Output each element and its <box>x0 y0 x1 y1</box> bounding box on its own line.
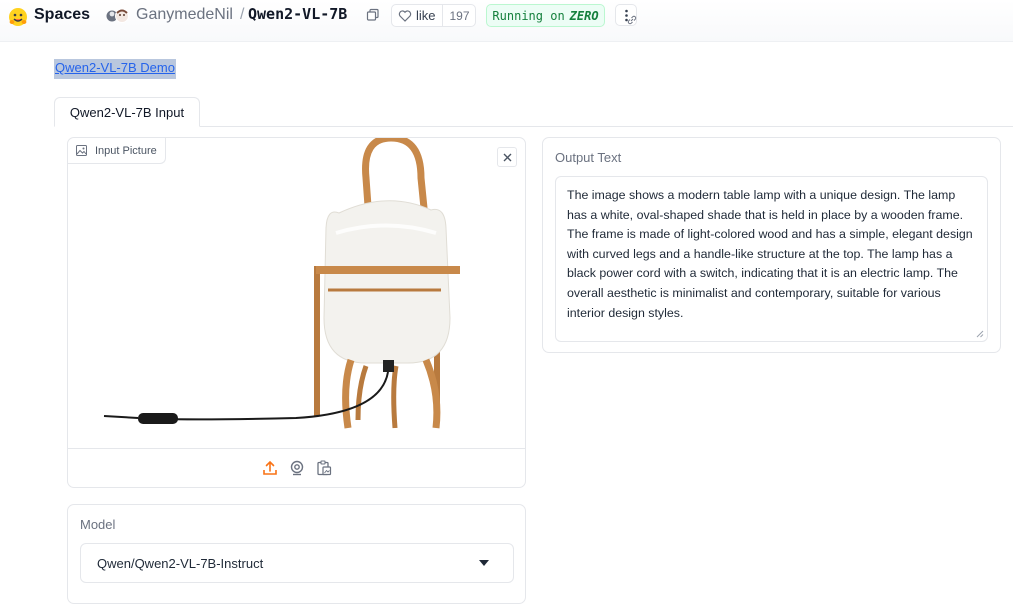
resize-handle-icon[interactable] <box>976 330 984 338</box>
close-icon <box>503 153 511 161</box>
owner-avatars-icon <box>106 9 129 23</box>
owner-link[interactable]: GanymedeNil <box>136 6 233 24</box>
like-count[interactable]: 197 <box>442 5 476 26</box>
output-panel: Output Text The image shows a modern tab… <box>542 137 1001 353</box>
output-textarea[interactable]: The image shows a modern table lamp with… <box>555 176 988 342</box>
repo-name[interactable]: Qwen2-VL-7B <box>248 5 347 23</box>
image-input-label: Input Picture <box>68 138 166 164</box>
status-badge[interactable]: Running on ZERO <box>486 4 605 27</box>
like-button[interactable]: like 197 <box>391 4 476 27</box>
output-label: Output Text <box>555 150 622 165</box>
top-bar: Spaces GanymedeNil / Qwen2-VL-7B like 19… <box>0 0 1013 42</box>
heart-icon <box>398 9 412 22</box>
model-dropdown[interactable]: Qwen/Qwen2-VL-7B-Instruct <box>80 543 514 583</box>
copy-icon[interactable] <box>366 8 380 22</box>
input-image[interactable] <box>96 138 516 443</box>
model-label: Model <box>80 517 116 532</box>
image-source-toolbar <box>68 448 525 487</box>
model-selected-value: Qwen/Qwen2-VL-7B-Instruct <box>97 555 264 571</box>
status-text: Running on <box>492 8 565 23</box>
upload-icon[interactable] <box>262 460 278 476</box>
webcam-icon[interactable] <box>289 460 305 476</box>
path-separator: / <box>240 6 245 23</box>
like-label: like <box>416 8 436 23</box>
hugging-face-logo-icon[interactable] <box>8 7 28 27</box>
caret-down-icon <box>479 560 489 566</box>
clear-image-button[interactable] <box>497 147 517 167</box>
demo-title-link[interactable]: Qwen2-VL-7B Demo <box>54 59 176 79</box>
link-icon <box>627 15 637 25</box>
clipboard-icon[interactable] <box>316 460 332 476</box>
tab-input[interactable]: Qwen2-VL-7B Input <box>54 97 200 127</box>
model-panel: Model Qwen/Qwen2-VL-7B-Instruct <box>67 504 526 604</box>
status-hardware: ZERO <box>569 8 599 23</box>
spaces-link[interactable]: Spaces <box>34 6 90 24</box>
image-input-panel: Input Picture <box>67 137 526 488</box>
output-text-content: The image shows a modern table lamp with… <box>567 188 973 320</box>
image-input-label-text: Input Picture <box>95 144 157 157</box>
image-icon <box>76 145 87 156</box>
